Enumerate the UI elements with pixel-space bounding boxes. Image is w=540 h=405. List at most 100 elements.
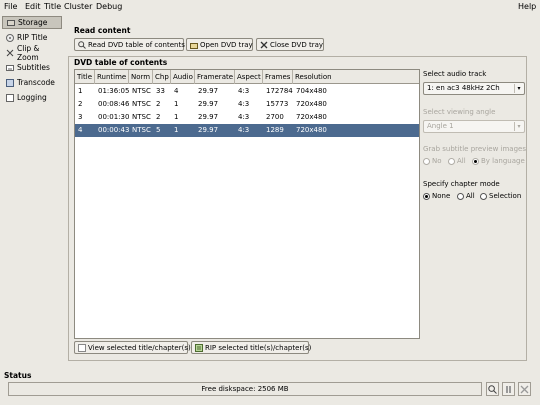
table-row-selected[interactable]: 4 00:00:43 NTSC 5 1 29.97 4:3 1289 720x4… [75, 124, 419, 137]
column-header[interactable]: Framerate [195, 70, 235, 84]
close-tray-button[interactable]: Close DVD tray [256, 38, 324, 51]
cell-aspect: 4:3 [238, 87, 250, 95]
cell-aspect: 4:3 [238, 126, 250, 134]
cell-title: 1 [78, 87, 83, 95]
cell-audio: 1 [174, 113, 179, 121]
cell-norm: NTSC [132, 113, 151, 121]
radio-dot [423, 192, 430, 200]
table-row[interactable]: 2 00:08:46 NTSC 2 1 29.97 4:3 15773 720x… [75, 98, 419, 111]
read-toc-button[interactable]: Read DVD table of contents [74, 38, 185, 51]
subtitle-radio-no[interactable]: No [423, 157, 442, 165]
column-header[interactable]: Runtime [95, 70, 129, 84]
sidebar-item-logging[interactable]: Logging [2, 91, 62, 104]
view-selected-button[interactable]: View selected title/chapter(s) [74, 341, 191, 354]
chapter-radio-selection[interactable]: Selection [480, 192, 521, 200]
storage-icon [7, 19, 15, 27]
pause-icon [504, 386, 513, 396]
menu-help[interactable]: Help [518, 2, 536, 11]
radio-dot [457, 192, 464, 200]
column-header[interactable]: Frames [263, 70, 293, 84]
cell-frames: 1289 [266, 126, 284, 134]
search-icon [78, 40, 86, 49]
status-title: Status [4, 371, 32, 380]
rip-selected-button-label: RIP selected title(s)/chapter(s) [205, 343, 312, 352]
sidebar-item-label: Transcode [17, 78, 55, 87]
open-tray-button-label: Open DVD tray [200, 40, 253, 49]
chapter-radio-all[interactable]: All [457, 192, 475, 200]
subtitle-radio-by-language[interactable]: By language [472, 157, 525, 165]
zoom-button[interactable] [486, 382, 499, 396]
chevron-down-icon: ▾ [514, 122, 523, 131]
table-row[interactable]: 3 00:01:30 NTSC 2 1 29.97 4:3 2700 720x4… [75, 111, 419, 124]
read-content-title: Read content [74, 26, 131, 35]
cell-title: 3 [78, 113, 83, 121]
column-header[interactable]: Aspect [235, 70, 263, 84]
cell-audio: 1 [174, 126, 179, 134]
radio-label: No [432, 157, 442, 165]
view-icon [78, 343, 86, 352]
sidebar-item-rip-title[interactable]: RIP Title [2, 31, 62, 44]
sidebar-item-transcode[interactable]: Transcode [2, 76, 62, 89]
open-tray-icon [190, 41, 198, 49]
radio-dot [448, 157, 455, 165]
cell-audio: 1 [174, 100, 179, 108]
radio-dot [472, 157, 479, 165]
rip-selected-button[interactable]: RIP selected title(s)/chapter(s) [191, 341, 312, 354]
zoom-icon [488, 385, 497, 396]
cell-runtime: 00:01:30 [98, 113, 130, 121]
table-row[interactable]: 1 01:36:05 NTSC 33 4 29.97 4:3 172784 70… [75, 85, 419, 98]
audio-track-select[interactable]: 1: en ac3 48kHz 2Ch ▾ [423, 82, 525, 95]
cell-framerate: 29.97 [198, 113, 219, 121]
subtitle-radio-all[interactable]: All [448, 157, 466, 165]
radio-label: By language [481, 157, 525, 165]
cell-frames: 172784 [266, 87, 293, 95]
column-header[interactable]: Title [75, 70, 95, 84]
cell-framerate: 29.97 [198, 87, 219, 95]
pause-button[interactable] [502, 382, 515, 396]
cell-norm: NTSC [132, 126, 151, 134]
cell-chp: 33 [156, 87, 165, 95]
sidebar-item-subtitles[interactable]: Subtitles [2, 61, 62, 74]
audio-track-value: 1: en ac3 48kHz 2Ch [427, 84, 500, 92]
clip-zoom-icon [6, 49, 14, 57]
viewing-angle-select[interactable]: Angle 1 ▾ [423, 120, 525, 133]
viewing-angle-value: Angle 1 [427, 122, 454, 130]
radio-dot [480, 192, 487, 200]
radio-dot [423, 157, 430, 165]
column-header[interactable]: Resolution [293, 70, 421, 84]
menu-bar: File Edit Title Cluster Debug Help [0, 0, 540, 14]
menu-title[interactable]: Title [44, 2, 61, 11]
cell-chp: 5 [156, 126, 161, 134]
sidebar-item-label: Clip & Zoom [17, 43, 40, 62]
cell-resolution: 720x480 [296, 113, 327, 121]
dvd-toc-table[interactable]: Title Runtime Norm Chp Audio Framerate A… [74, 69, 420, 339]
sidebar-item-storage[interactable]: Storage [2, 16, 62, 29]
radio-label: None [432, 192, 451, 200]
column-header[interactable]: Chp [153, 70, 171, 84]
column-header[interactable]: Audio [171, 70, 195, 84]
cell-resolution: 704x480 [296, 87, 327, 95]
cancel-button[interactable] [518, 382, 531, 396]
column-header[interactable]: Norm [129, 70, 153, 84]
chevron-down-icon: ▾ [514, 84, 523, 93]
cell-chp: 2 [156, 100, 161, 108]
menu-debug[interactable]: Debug [96, 2, 122, 11]
logging-icon [6, 93, 14, 102]
cell-aspect: 4:3 [238, 100, 250, 108]
menu-edit[interactable]: Edit [25, 2, 41, 11]
close-icon [260, 41, 268, 49]
table-header: Title Runtime Norm Chp Audio Framerate A… [75, 70, 419, 84]
sidebar-item-label: Subtitles [17, 63, 50, 72]
cell-audio: 4 [174, 87, 179, 95]
sidebar-item-clip-zoom[interactable]: Clip & Zoom [2, 43, 62, 62]
cell-title: 4 [78, 126, 83, 134]
cell-framerate: 29.97 [198, 100, 219, 108]
open-tray-button[interactable]: Open DVD tray [186, 38, 253, 51]
cell-framerate: 29.97 [198, 126, 219, 134]
sidebar-item-label: RIP Title [17, 33, 48, 42]
subtitle-preview-label: Grab subtitle preview images [423, 145, 526, 153]
menu-file[interactable]: File [4, 2, 17, 11]
chapter-radio-none[interactable]: None [423, 192, 450, 200]
cell-resolution: 720x480 [296, 100, 327, 108]
menu-cluster[interactable]: Cluster [64, 2, 92, 11]
